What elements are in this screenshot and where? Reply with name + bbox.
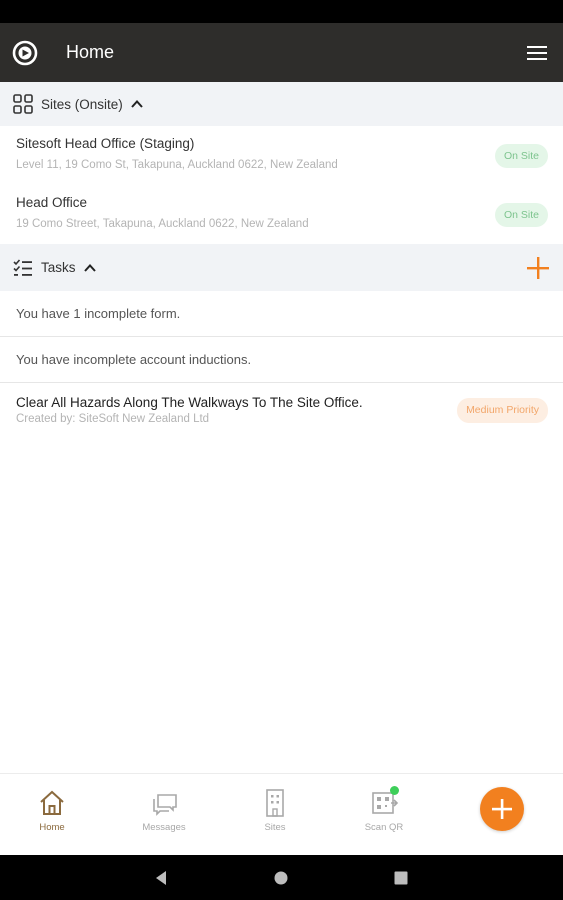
- site-row[interactable]: Sitesoft Head Office (Staging) Level 11,…: [0, 126, 563, 185]
- sites-section-title: Sites (Onsite): [41, 96, 123, 112]
- back-button[interactable]: [150, 867, 172, 889]
- hamburger-menu-icon: [527, 45, 547, 60]
- recents-button[interactable]: [390, 867, 412, 889]
- messages-icon: [153, 794, 177, 816]
- app-bar: Home: [0, 23, 563, 82]
- hazard-task-title: Clear All Hazards Along The Walkways To …: [16, 395, 363, 410]
- tasks-section-header[interactable]: Tasks: [0, 244, 563, 291]
- hazard-task-creator: Created by: SiteSoft New Zealand Ltd: [16, 413, 210, 425]
- nav-item-scan-qr[interactable]: Scan QR: [344, 774, 424, 856]
- bottom-navigation: Home Messages Sites Scan QR: [0, 773, 563, 855]
- on-site-badge: On Site: [494, 144, 548, 168]
- nav-item-messages[interactable]: Messages: [124, 774, 204, 856]
- menu-button[interactable]: [517, 33, 557, 73]
- tasks-section-title: Tasks: [41, 260, 76, 275]
- site-address: Level 11, 19 Como St, Takapuna, Auckland…: [16, 159, 338, 171]
- back-triangle-icon: [156, 871, 166, 885]
- nav-label-messages: Messages: [142, 822, 186, 833]
- nav-label-home: Home: [39, 822, 65, 833]
- home-circle-icon: [274, 871, 288, 885]
- home-system-button[interactable]: [270, 867, 292, 889]
- hazard-task-row[interactable]: Clear All Hazards Along The Walkways To …: [0, 383, 563, 431]
- system-navigation-bar: [0, 855, 563, 900]
- add-task-button[interactable]: [523, 253, 553, 283]
- chevron-up-icon[interactable]: [83, 261, 97, 275]
- notification-dot: [390, 786, 399, 795]
- add-fab-button[interactable]: [480, 787, 524, 831]
- task-row[interactable]: You have incomplete account inductions.: [0, 337, 563, 383]
- status-bar: [0, 0, 563, 23]
- sites-section-header[interactable]: Sites (Onsite): [0, 82, 563, 126]
- app-logo-icon: [12, 40, 38, 65]
- nav-label-sites: Sites: [264, 822, 286, 833]
- site-name: Sitesoft Head Office (Staging): [16, 136, 195, 151]
- plus-icon: [492, 799, 512, 819]
- task-text: You have incomplete account inductions.: [16, 352, 252, 367]
- task-text: You have 1 incomplete form.: [16, 306, 181, 321]
- site-name: Head Office: [16, 195, 88, 210]
- task-row[interactable]: You have 1 incomplete form.: [0, 291, 563, 337]
- priority-badge: Medium Priority: [457, 398, 548, 423]
- site-row[interactable]: Head Office 19 Como Street, Takapuna, Au…: [0, 185, 563, 244]
- building-icon: [266, 789, 284, 817]
- qr-scan-icon-wrap: [369, 786, 399, 818]
- nav-item-sites[interactable]: Sites: [235, 774, 315, 856]
- site-address: 19 Como Street, Takapuna, Auckland 0622,…: [16, 218, 309, 230]
- grid-icon: [13, 94, 33, 114]
- page-title: Home: [66, 42, 115, 62]
- chevron-up-icon[interactable]: [130, 97, 144, 111]
- nav-label-scan-qr: Scan QR: [364, 822, 404, 833]
- recents-square-icon: [394, 871, 408, 885]
- on-site-badge: On Site: [494, 203, 548, 227]
- checklist-icon: [13, 258, 32, 276]
- plus-icon: [527, 257, 549, 279]
- home-icon: [40, 790, 64, 815]
- nav-item-home[interactable]: Home: [12, 774, 92, 856]
